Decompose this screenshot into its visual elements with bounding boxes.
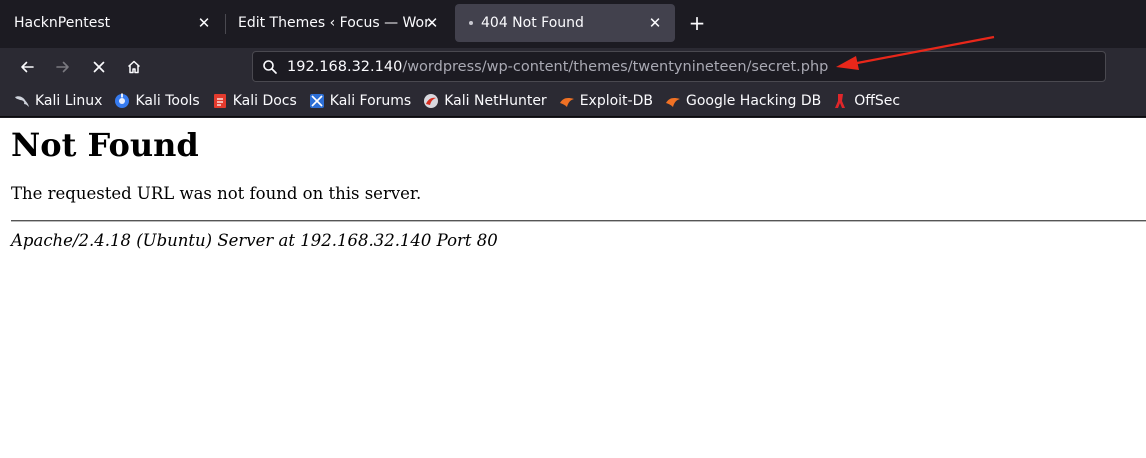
bookmark-kali-nethunter[interactable]: Kali NetHunter: [423, 93, 547, 109]
url-path: /wordpress/wp-content/themes/twentyninet…: [402, 58, 829, 75]
bookmark-label: Kali Linux: [35, 93, 103, 109]
tab-edit-themes[interactable]: Edit Themes ‹ Focus — WordPress ✕: [226, 4, 452, 42]
home-button[interactable]: [121, 54, 147, 80]
arrow-left-icon: [21, 61, 34, 73]
tab-hacknpentest[interactable]: HacknPentest ✕: [2, 4, 224, 42]
bookmark-kali-tools[interactable]: Kali Tools: [114, 93, 200, 109]
url-host: 192.168.32.140: [287, 58, 403, 75]
bookmark-google-hacking-db[interactable]: Google Hacking DB: [665, 93, 821, 109]
bookmark-label: Exploit-DB: [579, 93, 653, 109]
navigation-toolbar: 192.168.32.140/wordpress/wp-content/them…: [0, 48, 1146, 86]
tab-loading-icon: [469, 21, 473, 25]
tab-close-icon[interactable]: ✕: [194, 13, 214, 33]
divider: [11, 220, 1146, 222]
bookmark-kali-linux[interactable]: Kali Linux: [14, 93, 102, 109]
new-tab-button[interactable]: +: [686, 13, 708, 35]
bookmark-label: Kali Tools: [135, 93, 200, 109]
kali-dragon-icon: [14, 93, 30, 109]
home-icon: [127, 60, 141, 74]
bookmark-offsec[interactable]: OffSec: [833, 93, 900, 109]
tab-title: HacknPentest: [14, 15, 111, 31]
kali-tools-icon: [114, 93, 130, 109]
tab-404-not-found[interactable]: 404 Not Found ✕: [455, 4, 675, 42]
bookmarks-toolbar: Kali Linux Kali Tools Kali Docs Kali For…: [0, 86, 1146, 117]
arrow-right-icon: [56, 61, 69, 73]
ghdb-icon: [665, 93, 681, 109]
bookmark-kali-docs[interactable]: Kali Docs: [212, 93, 297, 109]
bookmark-label: Google Hacking DB: [685, 93, 822, 109]
search-icon: [259, 56, 281, 78]
tab-title: Edit Themes ‹ Focus — WordPress: [238, 15, 428, 31]
page-viewport: Not Found The requested URL was not foun…: [0, 118, 1146, 458]
kali-docs-icon: [212, 93, 228, 109]
tab-strip: HacknPentest ✕ Edit Themes ‹ Focus — Wor…: [0, 0, 1146, 48]
bookmark-kali-forums[interactable]: Kali Forums: [309, 93, 411, 109]
error-message: The requested URL was not found on this …: [11, 184, 422, 203]
back-button[interactable]: [14, 54, 40, 80]
bookmark-label: Kali Forums: [329, 93, 412, 109]
server-signature: Apache/2.4.18 (Ubuntu) Server at 192.168…: [11, 231, 498, 250]
stop-button[interactable]: [86, 54, 112, 80]
nethunter-icon: [423, 93, 439, 109]
tab-title: 404 Not Found: [481, 15, 584, 31]
bookmark-label: Kali Docs: [232, 93, 297, 109]
page-title: Not Found: [11, 126, 199, 164]
url-text[interactable]: 192.168.32.140/wordpress/wp-content/them…: [287, 59, 828, 75]
exploit-db-icon: [559, 93, 575, 109]
bookmark-exploit-db[interactable]: Exploit-DB: [559, 93, 653, 109]
offsec-icon: [833, 93, 849, 109]
kali-forums-icon: [309, 93, 325, 109]
bookmark-label: OffSec: [854, 93, 901, 109]
tab-close-icon[interactable]: ✕: [422, 13, 442, 33]
bookmark-label: Kali NetHunter: [444, 93, 547, 109]
url-bar[interactable]: 192.168.32.140/wordpress/wp-content/them…: [252, 51, 1106, 82]
forward-button[interactable]: [50, 54, 76, 80]
close-icon: [93, 61, 105, 73]
tab-close-icon[interactable]: ✕: [645, 13, 665, 33]
